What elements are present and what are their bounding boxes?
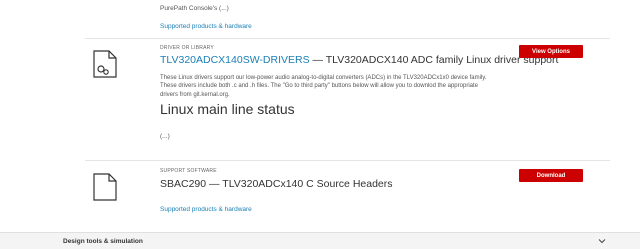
title-separator: — xyxy=(309,54,326,66)
chevron-down-icon xyxy=(598,239,606,244)
previous-item-supported-products-link[interactable]: Supported products & hardware xyxy=(160,23,252,30)
item-id-link[interactable]: TLV320ADCX140SW-DRIVERS xyxy=(160,54,310,66)
section-heading: Linux main line status xyxy=(160,101,295,117)
item-type-label: SUPPORT SOFTWARE xyxy=(160,168,217,174)
view-options-button[interactable]: View Options xyxy=(519,45,583,58)
item-description: These Linux drivers support our low-powe… xyxy=(160,75,487,98)
divider xyxy=(85,160,610,161)
supported-products-link[interactable]: Supported products & hardware xyxy=(160,206,252,213)
item-title: SBAC290 — TLV320ADCx140 C Source Headers xyxy=(160,178,393,190)
divider xyxy=(85,38,610,39)
file-icon xyxy=(93,173,117,201)
item-title-text: TLV320ADCx140 C Source Headers xyxy=(222,178,393,190)
truncation-ellipsis: (...) xyxy=(160,133,170,140)
item-type-label: DRIVER OR LIBRARY xyxy=(160,45,214,51)
section-title: Design tools & simulation xyxy=(63,238,143,245)
file-gear-icon xyxy=(93,50,117,78)
item-id: SBAC290 xyxy=(160,178,207,190)
page: PurePath Console's (...) Supported produ… xyxy=(0,0,640,249)
download-button[interactable]: Download xyxy=(519,169,583,182)
title-separator: — xyxy=(206,178,223,190)
design-tools-section-header[interactable]: Design tools & simulation xyxy=(0,232,640,249)
item-title: TLV320ADCX140SW-DRIVERS — TLV320ADCX140 … xyxy=(160,54,558,66)
previous-item-snippet: PurePath Console's (...) xyxy=(160,5,229,12)
